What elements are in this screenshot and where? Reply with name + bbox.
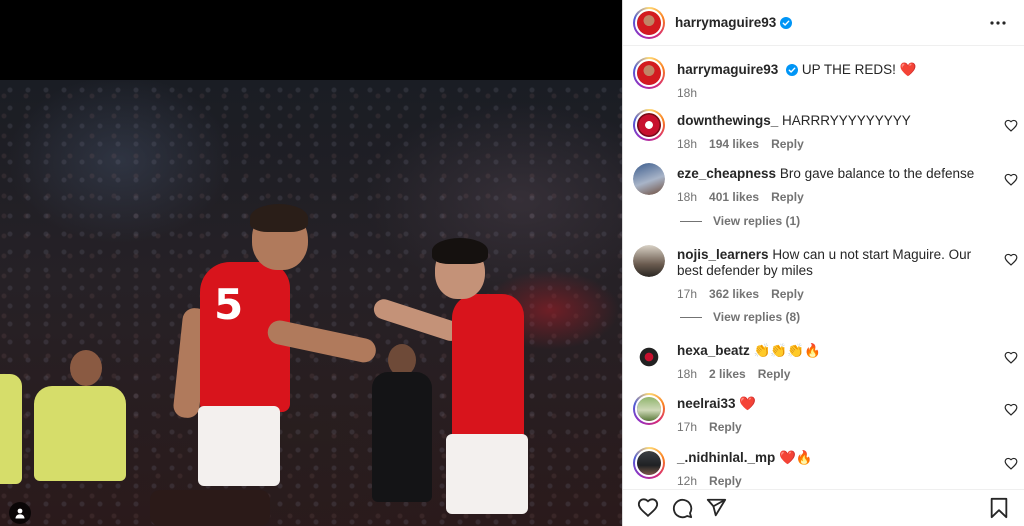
comment-time[interactable]: 17h [677,419,697,435]
post-actions-bar [623,489,1024,526]
reply-button[interactable]: Reply [771,136,804,152]
comment-likes[interactable]: 194 likes [709,136,759,152]
comment-time[interactable]: 17h [677,286,697,302]
comment-avatar[interactable] [633,163,665,195]
comment-icon[interactable] [670,496,694,520]
comment-item: downthewings_ HARRRYYYYYYYYY 18h 194 lik… [633,109,1024,152]
post-header: harrymaguire93 [623,0,1024,46]
heart-icon[interactable] [636,496,660,520]
bookmark-icon[interactable] [987,496,1011,520]
comment-username[interactable]: _.nidhinlal._mp [677,450,775,465]
comment-avatar[interactable] [633,245,665,277]
heart-icon[interactable] [1004,457,1018,471]
comment-text: HARRRYYYYYYYYY [782,113,911,128]
reply-button[interactable]: Reply [771,189,804,205]
comment-avatar[interactable] [633,393,665,425]
post-caption: harrymaguire93 UP THE REDS! ❤️ 18h [633,57,1024,101]
post-media: 5 [0,0,622,526]
view-replies-button[interactable]: View replies (1) [680,214,800,228]
comment-time[interactable]: 18h [677,136,697,152]
view-replies-line [680,316,702,318]
comment-likes[interactable]: 362 likes [709,286,759,302]
comment-username[interactable]: downthewings_ [677,113,778,128]
reply-button[interactable]: Reply [771,286,804,302]
caption-username[interactable]: harrymaguire93 [677,62,778,77]
author-username[interactable]: harrymaguire93 [675,15,776,30]
heart-icon[interactable] [1004,403,1018,417]
user-tag-icon[interactable] [9,502,31,524]
verified-badge-icon [780,16,793,29]
heart-icon[interactable] [1004,119,1018,133]
view-replies-label: View replies (8) [713,310,801,324]
comment-text: Bro gave balance to the defense [779,166,975,181]
reply-button[interactable]: Reply [709,473,742,489]
heart-icon[interactable] [1004,351,1018,365]
view-replies-label: View replies (1) [713,214,801,228]
comment-likes[interactable]: 401 likes [709,189,759,205]
post-photo[interactable]: 5 [0,80,622,526]
comment-item: hexa_beatz 👏👏👏🔥 18h 2 likes Reply [633,341,1024,382]
comment-text: ❤️🔥 [779,450,813,465]
heart-icon[interactable] [1004,253,1018,267]
heart-icon[interactable] [1004,173,1018,187]
caption-text: UP THE REDS! ❤️ [801,62,917,77]
author-avatar[interactable] [633,6,665,39]
comments-list[interactable]: harrymaguire93 UP THE REDS! ❤️ 18h downt… [623,47,1024,489]
more-options-icon[interactable] [986,11,1010,35]
comment-likes[interactable]: 2 likes [709,366,746,382]
view-replies-button[interactable]: View replies (8) [680,310,800,324]
comment-item: eze_cheapness Bro gave balance to the de… [633,163,1024,205]
comment-avatar[interactable] [633,109,665,141]
reply-button[interactable]: Reply [758,366,791,382]
comment-username[interactable]: nojis_learners [677,247,769,262]
comment-time[interactable]: 18h [677,366,697,382]
comment-avatar[interactable] [633,341,665,373]
comment-avatar[interactable] [633,447,665,479]
comment-username[interactable]: eze_cheapness [677,166,776,181]
verified-badge-icon [786,64,799,76]
comment-text: 👏👏👏🔥 [753,343,821,358]
comment-item: neelrai33 ❤️ 17h Reply [633,393,1024,435]
comment-time[interactable]: 18h [677,189,697,205]
comment-username[interactable]: hexa_beatz [677,343,750,358]
comment-time[interactable]: 12h [677,473,697,489]
caption-time[interactable]: 18h [677,85,697,101]
media-letterbox [0,0,622,80]
comments-panel: harrymaguire93 harrymaguire93 UP THE RED… [622,0,1024,526]
comment-text: ❤️ [739,396,757,411]
view-replies-line [680,220,702,222]
comment-item: _.nidhinlal._mp ❤️🔥 12h Reply [633,447,1024,489]
share-icon[interactable] [704,496,728,520]
caption-author-avatar[interactable] [633,57,665,89]
comment-item: nojis_learners How can u not start Magui… [633,245,1024,302]
post-modal: 5 harrymaguire93 harrymaguire93 UP THE R… [0,0,1024,526]
reply-button[interactable]: Reply [709,419,742,435]
comment-username[interactable]: neelrai33 [677,396,736,411]
